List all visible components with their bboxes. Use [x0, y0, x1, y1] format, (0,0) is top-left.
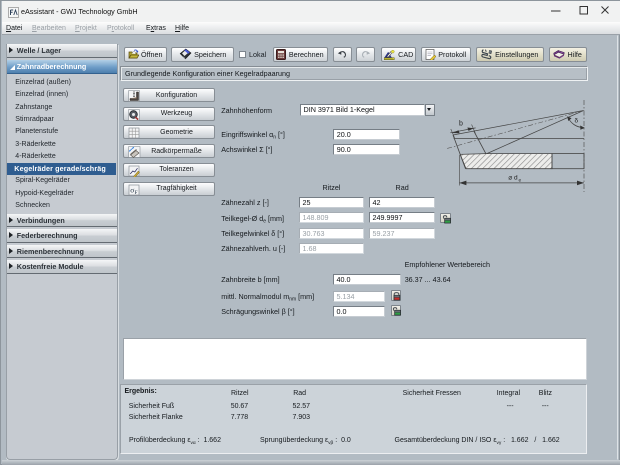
svg-text:F: F — [134, 190, 137, 196]
svg-text:δ: δ — [575, 118, 579, 125]
svg-text:b: b — [459, 121, 463, 128]
svg-text:e: e — [519, 179, 522, 184]
svg-text:⌀ d: ⌀ d — [508, 175, 518, 182]
